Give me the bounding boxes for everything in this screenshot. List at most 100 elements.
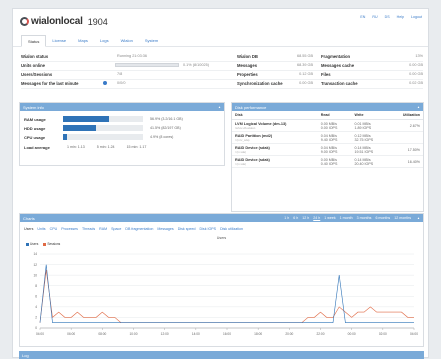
disk-table: Disk Read Write Utilization LVM Logical … <box>232 111 423 168</box>
info-icon[interactable] <box>103 81 107 85</box>
table-header: Disk Read Write Utilization <box>232 111 423 120</box>
panel-header[interactable]: Disk performance ▲ <box>232 103 423 111</box>
range-option[interactable]: 12 months <box>394 216 411 220</box>
y-tick-label: 4 <box>35 305 37 309</box>
panel-title: System info <box>23 105 44 110</box>
stat-label: Transaction cache <box>321 81 358 86</box>
range-option[interactable]: 12 h <box>302 216 309 220</box>
disk-performance-panel: Disk performance ▲ Disk Read Write Utili… <box>231 102 424 212</box>
stat-label: Messages for the last minute <box>21 81 79 86</box>
write-iops: 32.75 IOPS <box>354 137 374 142</box>
range-option[interactable]: 1 h <box>284 216 289 220</box>
help-link[interactable]: Help <box>397 15 404 19</box>
stat-value: 0.12 GB <box>299 72 313 76</box>
lang-ru-link[interactable]: RU <box>372 15 377 19</box>
tab-status[interactable]: Status <box>21 35 47 47</box>
hdd-bar <box>63 125 143 131</box>
y-tick-label: 10 <box>33 273 37 277</box>
range-option[interactable]: 6 months <box>375 216 390 220</box>
legend-label: Users <box>30 242 39 246</box>
logo[interactable]: wialonlocal 1904 <box>20 16 108 27</box>
x-tick-label: 06:00 <box>67 332 75 336</box>
ram-label: RAM usage <box>24 117 46 122</box>
utilization: 17.50% <box>388 143 423 156</box>
stat-label: Messages cache <box>321 63 355 68</box>
chart-tab[interactable]: Messages <box>157 227 173 231</box>
stat-value: 68.39 GB <box>296 63 313 67</box>
cpu-label: CPU usage <box>24 135 46 140</box>
load-15min: 15 min: 1.17 <box>126 145 147 149</box>
x-tick-label: 02:00 <box>379 332 387 336</box>
logo-icon <box>20 17 29 26</box>
cpu-bar-fill <box>63 134 67 140</box>
x-tick-label: 20:00 <box>285 332 293 336</box>
chart-tab[interactable]: Disk utilization <box>220 227 243 231</box>
table-row: RAID Partition (md2) / (in lv_sda) 0.04 M… <box>232 131 423 144</box>
stat-value: 0.02 GB <box>409 81 423 85</box>
range-option[interactable]: 24 h <box>313 216 320 220</box>
panel-title: Disk performance <box>235 105 267 110</box>
legend-sessions[interactable]: Sessions <box>43 242 60 246</box>
hdd-value: 41.5% (82/197 GB) <box>150 126 181 130</box>
charts-panel: Charts 1 h 6 h 12 h 24 h 1 week 1 month 3 mont… <box>19 213 424 347</box>
stat-value: 7/8 <box>117 72 123 76</box>
y-tick-label: 2 <box>35 316 37 320</box>
tab-logs[interactable]: Logs <box>94 35 115 47</box>
chart-tab[interactable]: Disk speed <box>178 227 196 231</box>
legend-label: Sessions <box>47 242 61 246</box>
chart-tab[interactable]: Processes <box>61 227 78 231</box>
range-option[interactable]: 1 week <box>324 216 335 220</box>
y-tick-label: 12 <box>33 263 37 267</box>
collapse-icon[interactable]: ▲ <box>417 105 420 109</box>
col-read: Read <box>317 111 352 120</box>
stats-row: Messages for the last minute 0/0/0 Synch… <box>21 80 423 89</box>
page: wialonlocal 1904 EN RU DS Help Logout St… <box>12 8 429 359</box>
chart-tab[interactable]: Space <box>111 227 121 231</box>
chart-tab[interactable]: CPU <box>50 227 58 231</box>
range-option[interactable]: 1 month <box>340 216 353 220</box>
x-tick-label: 18:00 <box>254 332 262 336</box>
hdd-bar-fill <box>63 125 97 131</box>
logout-link[interactable]: Logout <box>411 15 422 19</box>
lang-en-link[interactable]: EN <box>360 15 365 19</box>
table-row: RAID Device (sdak) / (in sda) 0.04 MB/s 9.… <box>232 143 423 156</box>
x-tick-label: 14:00 <box>192 332 200 336</box>
stat-label: Files <box>321 72 331 77</box>
tab-license[interactable]: License <box>46 35 72 47</box>
range-option[interactable]: 3 months <box>357 216 372 220</box>
hdd-label: HDD usage <box>24 126 46 131</box>
load-1min: 1 min: 1.13 <box>67 145 85 149</box>
y-tick-label: 8 <box>35 284 37 288</box>
disk-sub: / (in sda) <box>235 149 246 154</box>
chart-tab[interactable]: RAM <box>99 227 107 231</box>
top-links: EN RU DS Help Logout <box>360 15 422 19</box>
chart-tab[interactable]: DB fragmentation <box>125 227 153 231</box>
load-label: Load average <box>24 145 50 150</box>
table-row: LVM Logical Volume (dm-13) rwh-lv-db-wial… <box>232 119 423 132</box>
stat-value: 0.00 GB <box>409 63 423 67</box>
ds-link[interactable]: DS <box>385 15 390 19</box>
y-tick-label: 6 <box>35 294 37 298</box>
range-option[interactable]: 6 h <box>293 216 298 220</box>
legend-users[interactable]: Users <box>26 242 38 246</box>
read-iops: 0.00 IOPS <box>320 125 338 130</box>
system-info-panel: System info ▲ RAM usage 56.9% (3.2/16.1 … <box>19 102 225 166</box>
tab-wialon[interactable]: Wialon <box>115 35 139 47</box>
write-iops: 19.51 IOPS <box>354 149 374 154</box>
chart-tab[interactable]: Users <box>24 227 33 231</box>
x-tick-label: 08:00 <box>98 332 106 336</box>
collapse-icon[interactable]: ▲ <box>218 105 221 109</box>
chart-tab[interactable]: Disk IOPS <box>200 227 217 231</box>
panel-header[interactable]: System info ▲ <box>20 103 224 111</box>
chart-tab[interactable]: Threads <box>82 227 95 231</box>
x-tick-label: 22:00 <box>317 332 325 336</box>
utilization <box>388 131 423 144</box>
tab-maps[interactable]: Maps <box>72 35 94 47</box>
ram-bar-fill <box>63 116 109 122</box>
legend-swatch <box>43 242 47 246</box>
ram-bar <box>63 116 143 122</box>
collapse-icon[interactable]: ▲ <box>417 216 420 220</box>
tab-system[interactable]: System <box>139 35 164 47</box>
legend-swatch <box>26 242 29 246</box>
chart-tab[interactable]: Units <box>37 227 45 231</box>
